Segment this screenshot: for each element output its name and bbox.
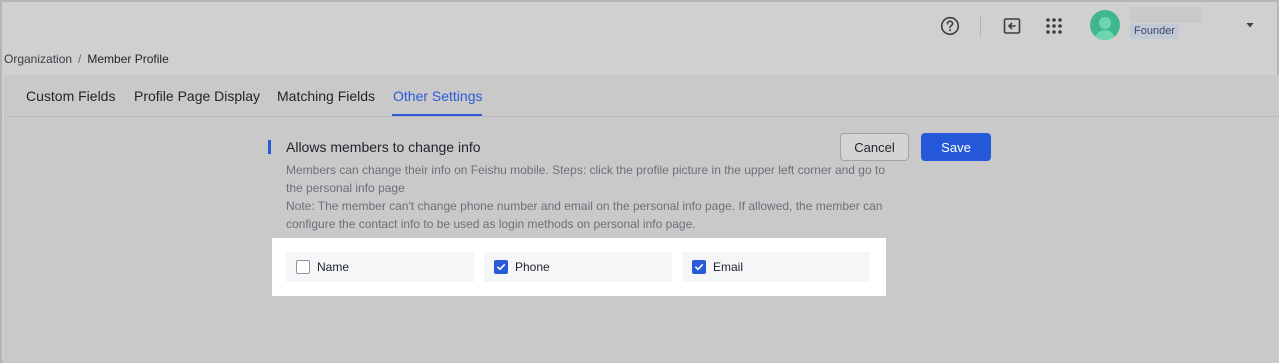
breadcrumb: Organization / Member Profile: [4, 52, 169, 66]
caret-down-icon[interactable]: [1244, 18, 1256, 36]
tab-other-settings[interactable]: Other Settings: [393, 88, 483, 104]
description-line-2: Note: The member can't change phone numb…: [286, 199, 883, 231]
save-button[interactable]: Save: [921, 133, 991, 161]
option-email[interactable]: Email: [682, 252, 870, 282]
help-circle-icon[interactable]: [938, 14, 962, 38]
cancel-button[interactable]: Cancel: [840, 133, 909, 161]
avatar-head: [1099, 17, 1111, 29]
breadcrumb-separator: /: [78, 52, 82, 66]
option-name[interactable]: Name: [286, 252, 474, 282]
checkmark-icon: [695, 264, 704, 271]
switch-account-icon[interactable]: [1000, 14, 1024, 38]
editable-fields-box: Name Phone Email: [272, 238, 886, 296]
divider: [980, 16, 981, 36]
section-marker: [268, 140, 271, 154]
option-phone[interactable]: Phone: [484, 252, 672, 282]
breadcrumb-current: Member Profile: [87, 52, 169, 66]
name-checkbox[interactable]: [296, 260, 310, 274]
top-bar: Founder: [4, 4, 1275, 48]
email-checkbox[interactable]: [692, 260, 706, 274]
active-tab-indicator: [392, 114, 482, 116]
description-line-1: Members can change their info on Feishu …: [286, 163, 885, 195]
section-description: Members can change their info on Feishu …: [286, 161, 886, 233]
option-email-label: Email: [713, 260, 744, 274]
avatar-body: [1095, 30, 1115, 40]
tab-bar: Custom Fields Profile Page Display Match…: [4, 75, 1279, 117]
checkmark-icon: [497, 264, 506, 271]
role-badge: Founder: [1130, 24, 1179, 39]
avatar[interactable]: [1090, 10, 1120, 40]
tab-matching-fields[interactable]: Matching Fields: [277, 88, 375, 104]
tab-profile-page-display[interactable]: Profile Page Display: [134, 88, 260, 104]
section-title: Allows members to change info: [286, 139, 481, 155]
app-window: Founder Organization / Member Profile Cust…: [0, 0, 1279, 363]
phone-checkbox[interactable]: [494, 260, 508, 274]
breadcrumb-organization[interactable]: Organization: [4, 52, 72, 66]
option-phone-label: Phone: [515, 260, 550, 274]
apps-grid-icon[interactable]: [1042, 14, 1066, 38]
tab-custom-fields[interactable]: Custom Fields: [26, 88, 115, 104]
option-name-label: Name: [317, 260, 350, 274]
user-name-redacted: [1130, 7, 1202, 23]
